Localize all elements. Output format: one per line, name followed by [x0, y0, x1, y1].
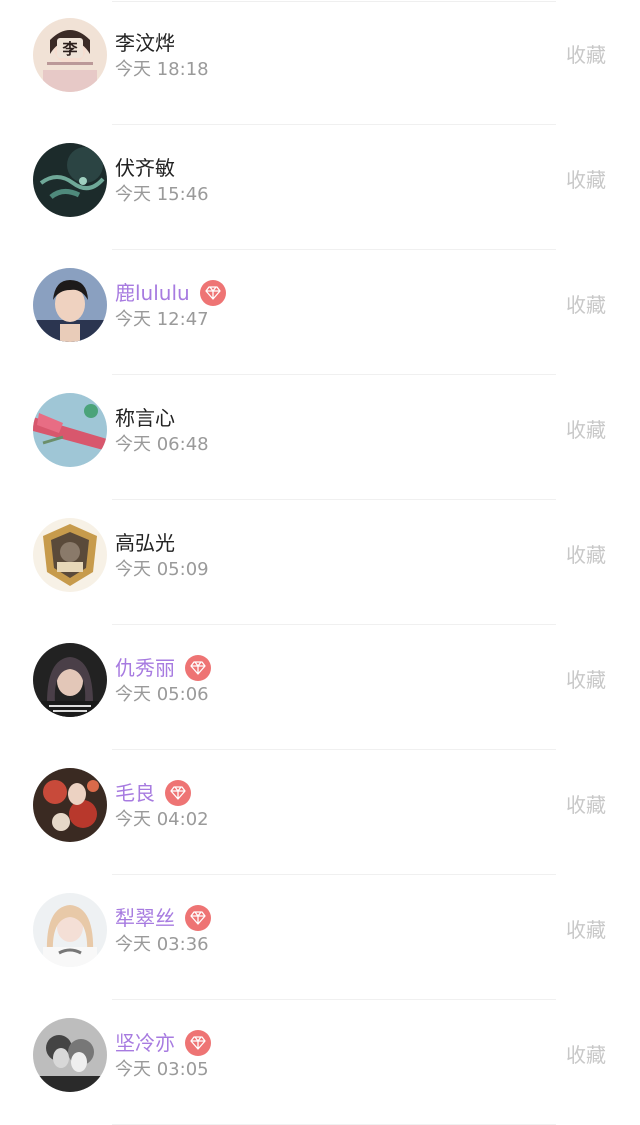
favorite-button[interactable]: 收藏 [566, 915, 606, 945]
diamond-icon[interactable] [185, 655, 211, 681]
name-line: 高弘光 [115, 528, 175, 558]
diamond-icon[interactable] [165, 780, 191, 806]
favorite-button[interactable]: 收藏 [566, 1040, 606, 1070]
avatar-boy-portrait[interactable] [33, 268, 107, 342]
diamond-icon[interactable] [199, 280, 226, 306]
timestamp: 今天 03:36 [115, 934, 209, 955]
name-line: 犁翠丝 [115, 903, 211, 933]
timestamp: 今天 12:47 [115, 309, 209, 330]
timestamp: 今天 05:09 [115, 559, 209, 580]
favorite-button[interactable]: 收藏 [566, 165, 606, 195]
timestamp: 今天 05:06 [115, 684, 209, 705]
avatar-girl-light[interactable] [33, 893, 107, 967]
timestamp: 今天 04:02 [115, 809, 209, 830]
name-line: 坚冷亦 [115, 1028, 211, 1058]
list-item[interactable]: 伏齐敏 今天 15:46 收藏 [0, 125, 640, 250]
favorite-button[interactable]: 收藏 [566, 540, 606, 570]
user-name[interactable]: 称言心 [115, 403, 175, 433]
user-name[interactable]: 仇秀丽 [115, 653, 175, 683]
avatar-pink-blue[interactable] [33, 393, 107, 467]
favorite-button[interactable]: 收藏 [566, 40, 606, 70]
favorite-button[interactable]: 收藏 [566, 415, 606, 445]
diamond-icon[interactable] [185, 1030, 211, 1056]
svg-text:李: 李 [61, 40, 78, 58]
name-line: 李汶烨 [115, 28, 175, 58]
timestamp: 今天 03:05 [115, 1059, 209, 1080]
list-item[interactable]: 毛良 今天 04:02 收藏 [0, 750, 640, 875]
user-name[interactable]: 犁翠丝 [115, 903, 175, 933]
name-line: 鹿lululu [115, 278, 226, 308]
avatar-red-flowers[interactable] [33, 768, 107, 842]
list-item[interactable]: 犁翠丝 今天 03:36 收藏 [0, 875, 640, 1000]
favorite-button[interactable]: 收藏 [566, 665, 606, 695]
avatar-bw-couple[interactable] [33, 1018, 107, 1092]
user-name[interactable]: 毛良 [115, 778, 155, 808]
list-item[interactable]: 称言心 今天 06:48 收藏 [0, 375, 640, 500]
list-item[interactable]: 李 李汶烨 今天 18:18 收藏 [0, 0, 640, 125]
favorite-button[interactable]: 收藏 [566, 790, 606, 820]
user-name[interactable]: 李汶烨 [115, 28, 175, 58]
name-line: 伏齐敏 [115, 153, 175, 183]
name-line: 仇秀丽 [115, 653, 211, 683]
diamond-icon[interactable] [185, 905, 211, 931]
list-item[interactable]: 鹿lululu 今天 12:47 收藏 [0, 250, 640, 375]
list-item[interactable]: 高弘光 今天 05:09 收藏 [0, 500, 640, 625]
avatar-dark-green[interactable] [33, 143, 107, 217]
list-item[interactable]: 坚冷亦 今天 03:05 收藏 [0, 1000, 640, 1125]
list-item[interactable]: 仇秀丽 今天 05:06 收藏 [0, 625, 640, 750]
user-name[interactable]: 鹿lululu [115, 278, 190, 308]
name-line: 毛良 [115, 778, 191, 808]
timestamp: 今天 18:18 [115, 59, 209, 80]
favorite-button[interactable]: 收藏 [566, 290, 606, 320]
user-name[interactable]: 高弘光 [115, 528, 175, 558]
user-name[interactable]: 伏齐敏 [115, 153, 175, 183]
name-line: 称言心 [115, 403, 175, 433]
avatar-girl-dark[interactable] [33, 643, 107, 717]
avatar-illustration-li[interactable]: 李 [33, 18, 107, 92]
user-name[interactable]: 坚冷亦 [115, 1028, 175, 1058]
timestamp: 今天 15:46 [115, 184, 209, 205]
avatar-game-badge[interactable] [33, 518, 107, 592]
timestamp: 今天 06:48 [115, 434, 209, 455]
